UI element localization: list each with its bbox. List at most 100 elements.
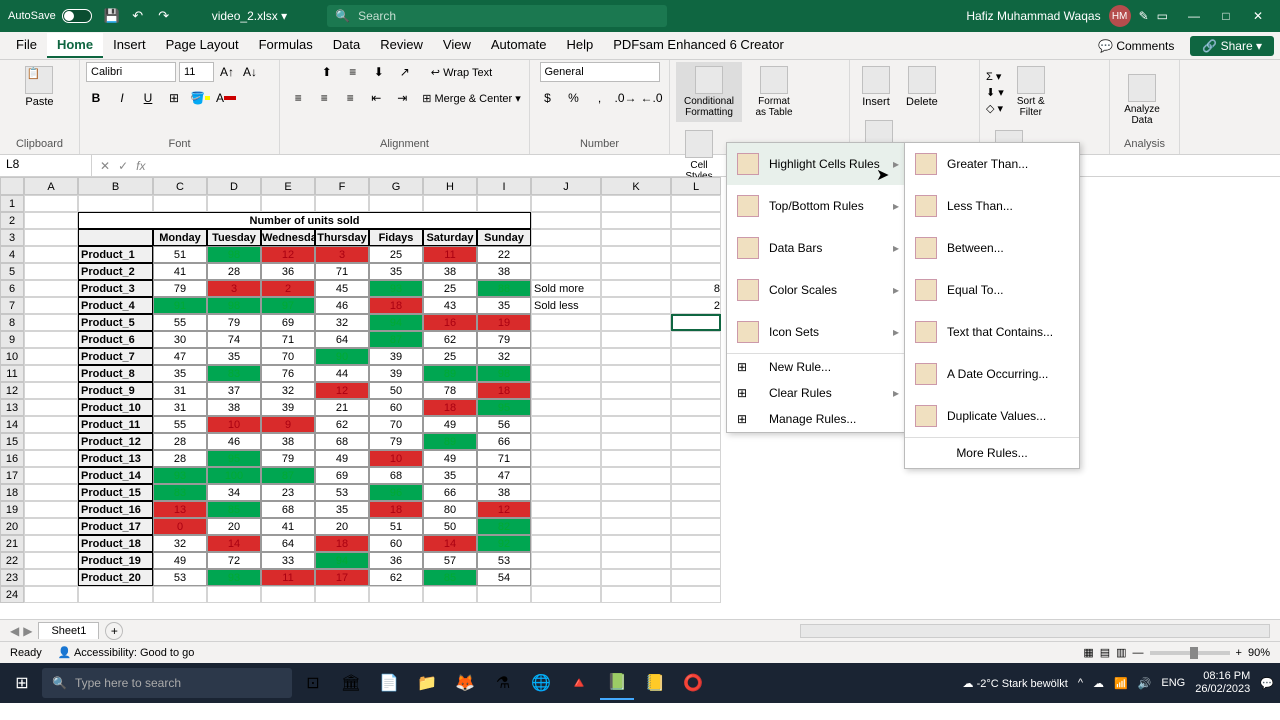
- cell[interactable]: [315, 195, 369, 212]
- cell[interactable]: [531, 586, 601, 603]
- cell[interactable]: 28: [207, 263, 261, 280]
- clock-time[interactable]: 08:16 PM: [1195, 670, 1250, 683]
- cell[interactable]: 45: [315, 280, 369, 297]
- cell[interactable]: [24, 433, 78, 450]
- notifications-icon[interactable]: 💬: [1260, 677, 1274, 690]
- cell[interactable]: 25: [423, 348, 477, 365]
- fill-color-icon[interactable]: 🪣: [190, 88, 210, 108]
- cell[interactable]: Product_2: [78, 263, 153, 280]
- app-icon[interactable]: 🏛: [334, 666, 368, 700]
- border-icon[interactable]: ⊞: [164, 88, 184, 108]
- cell[interactable]: [531, 552, 601, 569]
- cell[interactable]: [531, 569, 601, 586]
- cell[interactable]: 64: [261, 535, 315, 552]
- cell[interactable]: 44: [315, 365, 369, 382]
- cell[interactable]: 11: [261, 569, 315, 586]
- cell[interactable]: [531, 348, 601, 365]
- cell[interactable]: [24, 569, 78, 586]
- edge-icon[interactable]: 🌐: [524, 666, 558, 700]
- cell[interactable]: [671, 552, 721, 569]
- zoom-slider[interactable]: [1150, 651, 1230, 655]
- cell[interactable]: 93: [207, 569, 261, 586]
- cell[interactable]: [261, 586, 315, 603]
- cell[interactable]: 69: [315, 467, 369, 484]
- highlight-rule-item[interactable]: A Date Occurring...: [905, 353, 1079, 395]
- cell[interactable]: 68: [261, 501, 315, 518]
- cell[interactable]: 3: [207, 280, 261, 297]
- cell[interactable]: 87: [261, 467, 315, 484]
- column-header[interactable]: E: [261, 177, 315, 195]
- cell[interactable]: Product_15: [78, 484, 153, 501]
- cell[interactable]: 38: [477, 263, 531, 280]
- share-button[interactable]: 🔗 Share ▾: [1190, 36, 1274, 56]
- format-as-table-button[interactable]: Format as Table: [746, 62, 802, 122]
- cell[interactable]: 90: [315, 348, 369, 365]
- comma-icon[interactable]: ,: [590, 88, 610, 108]
- explorer-icon[interactable]: 📁: [410, 666, 444, 700]
- cell[interactable]: 9: [261, 416, 315, 433]
- cell[interactable]: 89: [423, 365, 477, 382]
- ribbon-tab-home[interactable]: Home: [47, 33, 103, 58]
- cell[interactable]: [671, 246, 721, 263]
- cell[interactable]: Number of units sold: [78, 212, 531, 229]
- cell[interactable]: [601, 416, 671, 433]
- cell[interactable]: [671, 433, 721, 450]
- cell[interactable]: [477, 195, 531, 212]
- cell[interactable]: [671, 535, 721, 552]
- prev-sheet-icon[interactable]: ◀: [10, 624, 19, 638]
- column-header[interactable]: J: [531, 177, 601, 195]
- cell[interactable]: [601, 450, 671, 467]
- row-header[interactable]: 20: [0, 518, 24, 535]
- cell[interactable]: Wednesday: [261, 229, 315, 246]
- cell[interactable]: 18: [477, 382, 531, 399]
- zoom-level[interactable]: 90%: [1248, 647, 1270, 659]
- onedrive-icon[interactable]: ☁: [1093, 677, 1104, 690]
- cell[interactable]: [24, 399, 78, 416]
- accessibility-status[interactable]: 👤 Accessibility: Good to go: [58, 646, 195, 659]
- cell[interactable]: 49: [423, 416, 477, 433]
- autosum-icon[interactable]: Σ ▾: [986, 70, 1004, 83]
- save-icon[interactable]: 💾: [104, 8, 120, 24]
- cell[interactable]: [601, 280, 671, 297]
- font-name-input[interactable]: [86, 62, 176, 82]
- sound-icon[interactable]: 🔊: [1138, 677, 1152, 690]
- cell[interactable]: 93: [153, 467, 207, 484]
- cell[interactable]: [24, 229, 78, 246]
- cell[interactable]: Product_17: [78, 518, 153, 535]
- comments-button[interactable]: 💬 Comments: [1090, 36, 1182, 56]
- cell[interactable]: Product_5: [78, 314, 153, 331]
- cell[interactable]: 62: [423, 331, 477, 348]
- cell[interactable]: [24, 348, 78, 365]
- cell[interactable]: [153, 195, 207, 212]
- highlight-rule-item[interactable]: Duplicate Values...: [905, 395, 1079, 437]
- cell[interactable]: 88: [477, 280, 531, 297]
- cell[interactable]: [601, 382, 671, 399]
- ribbon-tab-view[interactable]: View: [433, 33, 481, 58]
- align-bot-icon[interactable]: ⬇: [369, 62, 389, 82]
- cell[interactable]: Thursday: [315, 229, 369, 246]
- cell[interactable]: [671, 399, 721, 416]
- cf-menu-item[interactable]: Icon Sets▸: [727, 311, 905, 353]
- cell[interactable]: 60: [369, 535, 423, 552]
- cf-menu-item[interactable]: Color Scales▸: [727, 269, 905, 311]
- cell[interactable]: Product_12: [78, 433, 153, 450]
- cell[interactable]: [477, 586, 531, 603]
- cell[interactable]: 31: [153, 399, 207, 416]
- cell[interactable]: 47: [477, 467, 531, 484]
- cell[interactable]: [315, 586, 369, 603]
- cf-menu-item[interactable]: Data Bars▸: [727, 227, 905, 269]
- fx-icon[interactable]: fx: [136, 159, 145, 173]
- cell[interactable]: [671, 484, 721, 501]
- cell[interactable]: 68: [369, 467, 423, 484]
- cell[interactable]: [153, 586, 207, 603]
- cell[interactable]: 28: [153, 450, 207, 467]
- cell[interactable]: [601, 433, 671, 450]
- cell[interactable]: [601, 246, 671, 263]
- ribbon-tab-automate[interactable]: Automate: [481, 33, 557, 58]
- row-header[interactable]: 22: [0, 552, 24, 569]
- cell[interactable]: [601, 569, 671, 586]
- delete-button[interactable]: Delete: [900, 62, 944, 112]
- cell[interactable]: Product_19: [78, 552, 153, 569]
- cell[interactable]: [671, 467, 721, 484]
- fill-icon[interactable]: ⬇ ▾: [986, 86, 1004, 99]
